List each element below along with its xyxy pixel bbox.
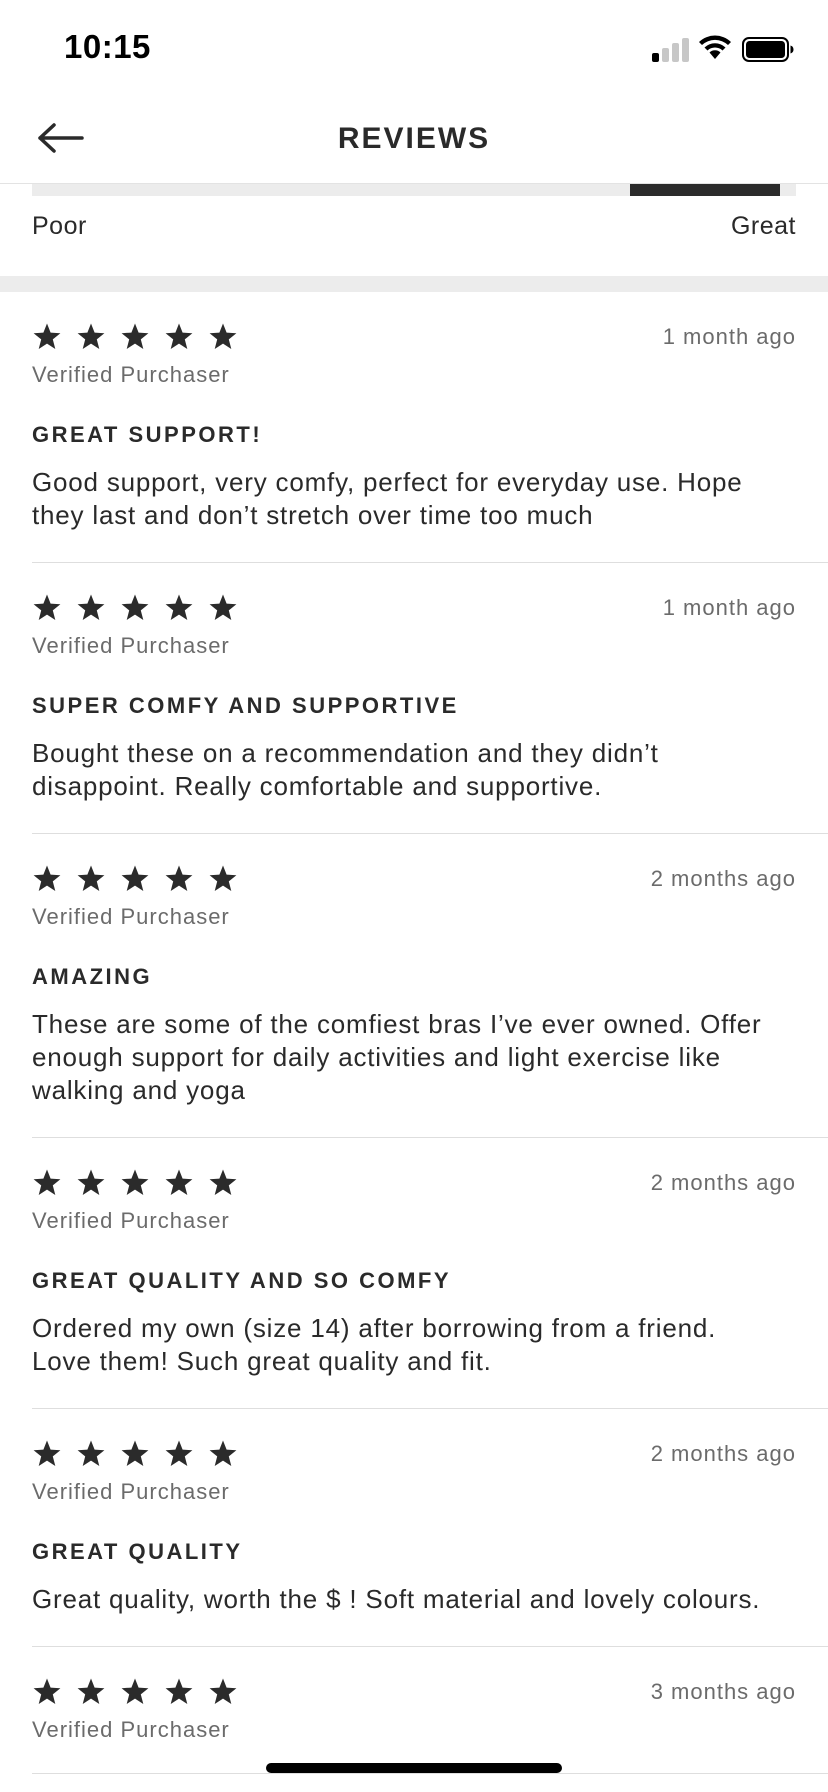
review-body: Great quality, worth the $ ! Soft materi… [32, 1584, 761, 1614]
review-header: 2 months ago [32, 864, 796, 902]
scale-label-great: Great [730, 212, 796, 240]
star-icon [121, 594, 149, 620]
review-date: 2 months ago [650, 1441, 796, 1466]
review-body: Bought these on a recommendation and the… [32, 738, 659, 801]
star-icon [77, 1169, 105, 1195]
section-divider [0, 276, 828, 292]
star-icon [121, 1440, 149, 1466]
review-header: 3 months ago [32, 1677, 796, 1715]
review-title: GREAT SUPPORT! [32, 422, 263, 447]
star-icon [209, 1678, 237, 1704]
scale-label-poor: Poor [32, 212, 87, 240]
review-body: These are some of the comfiest bras I’ve… [32, 1009, 762, 1105]
verified-purchaser-label: Verified Purchaser [32, 1208, 230, 1233]
cellular-signal-icon [652, 38, 692, 62]
star-icon [33, 1169, 61, 1195]
rating-scale-track [32, 184, 796, 196]
star-icon [165, 594, 193, 620]
review-title: SUPER COMFY AND SUPPORTIVE [32, 693, 459, 718]
battery-icon [742, 37, 794, 62]
star-icon [165, 1440, 193, 1466]
star-icon [209, 865, 237, 891]
star-icon [165, 1678, 193, 1704]
star-icon [77, 323, 105, 349]
review-date: 2 months ago [650, 1170, 796, 1195]
review-title: GREAT QUALITY AND SO COMFY [32, 1268, 452, 1293]
star-icon [209, 1169, 237, 1195]
status-bar: 10:15 [0, 0, 828, 100]
star-icon [121, 1169, 149, 1195]
review-item: 2 months ago Verified Purchaser GREAT QU… [32, 1409, 828, 1647]
star-icon [33, 323, 61, 349]
review-body: Ordered my own (size 14) after borrowing… [32, 1313, 717, 1376]
review-item: 1 month ago Verified Purchaser SUPER COM… [32, 563, 828, 834]
star-icon [121, 1678, 149, 1704]
star-icon [121, 865, 149, 891]
status-time: 10:15 [64, 28, 151, 65]
review-date: 1 month ago [662, 595, 796, 620]
star-icon [33, 865, 61, 891]
review-item: 1 month ago Verified Purchaser GREAT SUP… [32, 292, 828, 563]
review-date: 2 months ago [650, 866, 796, 891]
wifi-icon [699, 35, 731, 59]
review-header: 1 month ago [32, 593, 796, 631]
star-icon [165, 323, 193, 349]
star-icon [77, 865, 105, 891]
verified-purchaser-label: Verified Purchaser [32, 904, 230, 929]
rating-scale-labels: Poor Great [32, 212, 796, 252]
review-date: 1 month ago [662, 324, 796, 349]
star-icon [209, 323, 237, 349]
star-icon [209, 594, 237, 620]
star-icon [33, 594, 61, 620]
review-list[interactable]: 1 month ago Verified Purchaser GREAT SUP… [0, 292, 828, 1774]
nav-header: REVIEWS [0, 100, 828, 184]
star-icon [121, 323, 149, 349]
star-icon [77, 1440, 105, 1466]
review-item: 2 months ago Verified Purchaser GREAT QU… [32, 1138, 828, 1409]
verified-purchaser-label: Verified Purchaser [32, 362, 230, 387]
verified-purchaser-label: Verified Purchaser [32, 1479, 230, 1504]
star-icon [165, 865, 193, 891]
review-title: AMAZING [32, 964, 153, 989]
review-item: 3 months ago Verified Purchaser [32, 1647, 828, 1774]
star-icon [209, 1440, 237, 1466]
star-icon [77, 594, 105, 620]
review-item: 2 months ago Verified Purchaser AMAZING … [32, 834, 828, 1138]
home-indicator[interactable] [266, 1763, 562, 1773]
review-body: Good support, very comfy, perfect for ev… [32, 467, 743, 530]
verified-purchaser-label: Verified Purchaser [32, 1717, 230, 1742]
review-header: 2 months ago [32, 1439, 796, 1477]
page-title: REVIEWS [337, 122, 491, 155]
rating-scale-fill [629, 184, 780, 196]
review-title: GREAT QUALITY [32, 1539, 243, 1564]
star-icon [165, 1169, 193, 1195]
verified-purchaser-label: Verified Purchaser [32, 633, 230, 658]
review-header: 1 month ago [32, 322, 796, 360]
star-icon [33, 1678, 61, 1704]
review-header: 2 months ago [32, 1168, 796, 1206]
star-icon [33, 1440, 61, 1466]
review-date: 3 months ago [650, 1679, 796, 1704]
reviews-screen: 10:15 REVIEWS Poor Great 1 month ago Ver… [0, 0, 828, 1792]
star-icon [77, 1678, 105, 1704]
